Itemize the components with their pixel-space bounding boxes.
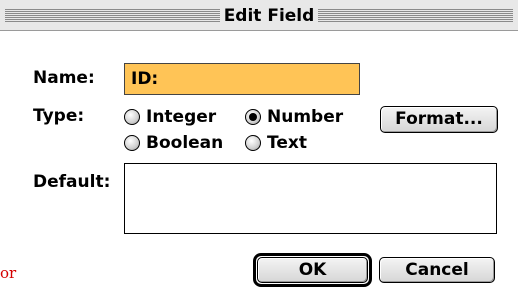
type-option-label: Text — [267, 133, 307, 153]
name-field[interactable]: ID: — [124, 63, 360, 95]
dialog-title: Edit Field — [220, 4, 318, 28]
radio-circle-icon — [124, 109, 140, 125]
type-radio-boolean[interactable]: Boolean — [124, 133, 223, 153]
dialog-title-bar[interactable]: Edit Field — [0, 0, 518, 31]
radio-circle-checked-icon — [245, 109, 261, 125]
edge-text: or — [0, 264, 17, 282]
title-bar-stripes-left — [5, 9, 220, 23]
type-option-label: Number — [267, 107, 344, 127]
cancel-button[interactable]: Cancel — [379, 257, 495, 283]
format-button[interactable]: Format... — [380, 106, 498, 133]
type-radio-integer[interactable]: Integer — [124, 107, 216, 127]
type-radio-text[interactable]: Text — [245, 133, 307, 153]
type-radio-number[interactable]: Number — [245, 107, 343, 127]
radio-circle-icon — [124, 135, 140, 151]
name-label: Name: — [33, 68, 95, 88]
title-bar-stripes-right — [318, 9, 513, 23]
type-label: Type: — [33, 106, 85, 126]
radio-circle-icon — [245, 135, 261, 151]
ok-button[interactable]: OK — [257, 257, 368, 283]
type-option-label: Integer — [146, 107, 217, 127]
type-option-label: Boolean — [146, 133, 224, 153]
default-value-field[interactable] — [124, 163, 497, 234]
default-label: Default: — [33, 172, 111, 192]
